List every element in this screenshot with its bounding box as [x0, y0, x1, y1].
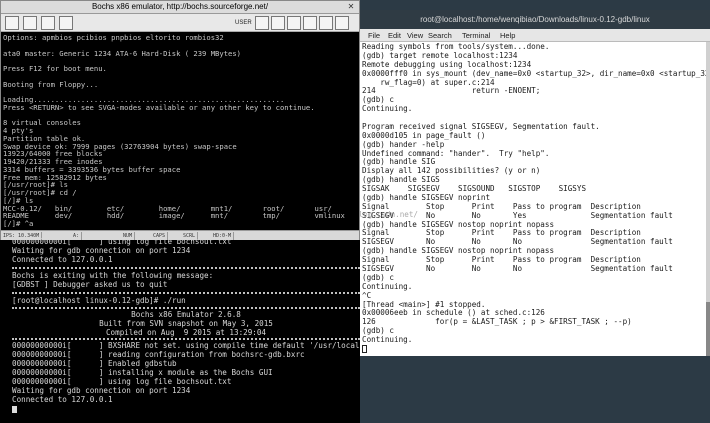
- mouse-icon[interactable]: [59, 16, 73, 30]
- bochs-screen-line: Loading.................................…: [3, 95, 285, 104]
- menu-help[interactable]: Help: [500, 29, 515, 42]
- terminal-line: Waiting for gdb connection on port 1234: [12, 386, 191, 395]
- shell-prompt: [root@localhost linux-0.12-gdb]# ./run: [12, 296, 186, 305]
- close-icon[interactable]: ✕: [346, 2, 356, 12]
- separator: [12, 292, 360, 294]
- gdb-output-line: (gdb) c: [362, 95, 395, 105]
- gdb-output-line: 0x0000fff0 in sys_mount (dev_name=0x0 <s…: [362, 68, 706, 78]
- bochs-screen-line: [/]# ls: [3, 195, 34, 205]
- bochs-banner-line: Built from SVN snapshot on May 3, 2015: [99, 319, 273, 328]
- gdb-output-line: SIGSEGV No No No Segmentation fault: [362, 237, 673, 247]
- terminal-line: Connected to 127.0.0.1: [12, 395, 113, 404]
- gdb-terminal-window: root@localhost:/home/wenqibiao/Downloads…: [360, 0, 710, 423]
- gdb-output-line: Continuing.: [362, 335, 413, 345]
- gdb-output-line: (gdb) handle SIGS: [362, 175, 440, 185]
- gdb-output-line: 126 for(p = &LAST_TASK ; p > &FIRST_TASK…: [362, 317, 632, 327]
- terminal-title: root@localhost:/home/wenqibiao/Downloads…: [360, 10, 710, 29]
- bochs-banner-line: Compiled on Aug 9 2015 at 13:29:04: [105, 328, 266, 337]
- gdb-output-line: (gdb) c: [362, 326, 395, 336]
- bochs-screen-line: README dev/ hdd/ image/ mnt/ tmp/ vmlinu…: [3, 211, 345, 221]
- snapshot-button[interactable]: [287, 16, 301, 30]
- copy-button[interactable]: [255, 16, 269, 30]
- bochs-screen-line: 19420/21333 free inodes: [3, 157, 103, 166]
- gdb-output-line: Program received signal SIGSEGV, Segment…: [362, 121, 600, 131]
- gdb-output-line: (gdb) target remote localhost:1234: [362, 50, 518, 60]
- menu-terminal[interactable]: Terminal: [462, 29, 490, 42]
- gdb-output-line: (gdb) handle SIG: [362, 157, 436, 167]
- gdb-terminal-output[interactable]: Reading symbols from tools/system...done…: [360, 42, 706, 356]
- floppy-b-icon[interactable]: [23, 16, 37, 30]
- watermark: http://blog.csdn.net/: [360, 210, 419, 219]
- bochs-screen-line: Partition table ok.: [3, 133, 86, 143]
- separator: [12, 267, 360, 269]
- terminal-line: 00000000000i[ ] using log file bochsout.…: [12, 377, 232, 386]
- menu-edit[interactable]: Edit: [388, 29, 401, 42]
- bochs-screen-line: Press <RETURN> to see SVGA-modes availab…: [3, 102, 315, 112]
- gdb-output-line: (gdb) handle SIGSEGV nostop noprint nopa…: [362, 246, 555, 256]
- gdb-output-line: (gdb) c: [362, 272, 395, 282]
- gdb-output-line: Display all 142 possibilities? (y or n): [362, 166, 541, 176]
- gdb-output-line: (gdb) hander -help: [362, 139, 445, 149]
- terminal-line: 00000000000i[ ] using log file bochsout.…: [12, 237, 232, 246]
- gdb-output-line: rw_flag=0) at super.c:214: [362, 77, 495, 87]
- gdb-output-line: Signal Stop Print Pass to program Descri…: [362, 255, 641, 265]
- gdb-output-line: Continuing.: [362, 104, 413, 114]
- menu-file[interactable]: File: [368, 29, 380, 42]
- gdb-output-line: 0x00006eeb in schedule () at sched.c:126: [362, 308, 545, 318]
- terminal-line: Connected to 127.0.0.1: [12, 255, 113, 264]
- bochs-window: Bochs x86 emulator, http://bochs.sourcef…: [0, 0, 360, 240]
- gdb-output-line: Signal Stop Print Pass to program Descri…: [362, 228, 641, 238]
- user-button[interactable]: USER: [235, 16, 252, 30]
- scrollbar-thumb[interactable]: [706, 302, 710, 356]
- terminal-line: Waiting for gdb connection on port 1234: [12, 246, 191, 255]
- gdb-output-line: Remote debugging using localhost:1234: [362, 59, 532, 69]
- gdb-output-line: SIGSAK SIGSEGV SIGSOUND SIGSTOP SIGSYS: [362, 184, 587, 194]
- gdb-output-line: (gdb) handle SIGSEGV nostop noprint nopa…: [362, 219, 555, 229]
- terminal-line: 00000000000i[ ] installing x module as t…: [12, 368, 273, 377]
- menu-search[interactable]: Search: [428, 29, 452, 42]
- bochs-screen-line: [/]# ^a: [3, 219, 34, 228]
- bochs-screen-line: ata0 master: Generic 1234 ATA-6 Hard-Dis…: [3, 48, 241, 58]
- config-button[interactable]: [303, 16, 317, 30]
- desktop-background: [360, 356, 710, 423]
- gdb-output-line: 0x0000d105 in page_fault (): [362, 130, 486, 140]
- gdb-output-line: 214 return -ENOENT;: [362, 86, 541, 96]
- bochs-screen-line: Booting from Floppy...: [3, 79, 99, 89]
- left-terminal[interactable]: 00000000000i[ ] using log file bochsout.…: [0, 237, 419, 423]
- gdb-output-line: (gdb) handle SIGSEGV noprint: [362, 192, 491, 202]
- bochs-window-title: Bochs x86 emulator, http://bochs.sourcef…: [91, 2, 269, 11]
- terminal-line: Bochs is exiting with the following mess…: [12, 271, 214, 280]
- terminal-menubar: File Edit View Search Terminal Help: [360, 29, 710, 42]
- menu-view[interactable]: View: [407, 29, 423, 42]
- bochs-display[interactable]: Options: apmbios pcibios pnpbios eltorit…: [1, 33, 359, 229]
- floppy-a-icon[interactable]: [5, 16, 19, 30]
- bochs-banner-line: Bochs x86 Emulator 2.6.8: [131, 310, 241, 319]
- separator: [12, 307, 360, 309]
- gdb-output-line: Reading symbols from tools/system...done…: [362, 42, 550, 51]
- bochs-titlebar[interactable]: Bochs x86 emulator, http://bochs.sourcef…: [1, 1, 359, 14]
- terminal-cursor: [362, 344, 367, 353]
- paste-button[interactable]: [271, 16, 285, 30]
- terminal-scrollbar[interactable]: [706, 42, 710, 356]
- gdb-output-line: ^C: [362, 290, 372, 300]
- gdb-output-line: SIGSEGV No No No Segmentation fault: [362, 264, 673, 273]
- terminal-line: 00000000000i[ ] Enabled gdbstub: [12, 359, 177, 368]
- bochs-screen-line: Options: apmbios pcibios pnpbios eltorit…: [3, 33, 224, 42]
- bochs-screen-line: 4 pty's: [3, 126, 34, 135]
- terminal-cursor: [12, 406, 17, 413]
- separator: [12, 338, 360, 340]
- bochs-toolbar: USER: [1, 14, 359, 32]
- bochs-screen-line: Press F12 for boot menu.: [3, 64, 107, 73]
- reset-button[interactable]: [319, 16, 333, 30]
- bochs-screen-line: [/usr/root]# cd /: [3, 188, 77, 197]
- cdrom-icon[interactable]: [41, 16, 55, 30]
- gdb-output-line: [Thread <main>] #1 stopped.: [362, 299, 486, 309]
- terminal-line: [GDBST ] Debugger asked us to quit: [12, 280, 168, 289]
- bochs-screen-line: 3314 buffers = 3393536 bytes buffer spac…: [3, 164, 181, 174]
- gdb-output-line: Undefined command: "hander". Try "help".: [362, 148, 550, 158]
- terminal-line: 00000000000i[ ] BXSHARE not set. using c…: [12, 341, 419, 350]
- power-button[interactable]: [335, 16, 349, 30]
- terminal-line: 00000000000i[ ] reading configuration fr…: [12, 350, 305, 359]
- gdb-output-line: Continuing.: [362, 281, 413, 291]
